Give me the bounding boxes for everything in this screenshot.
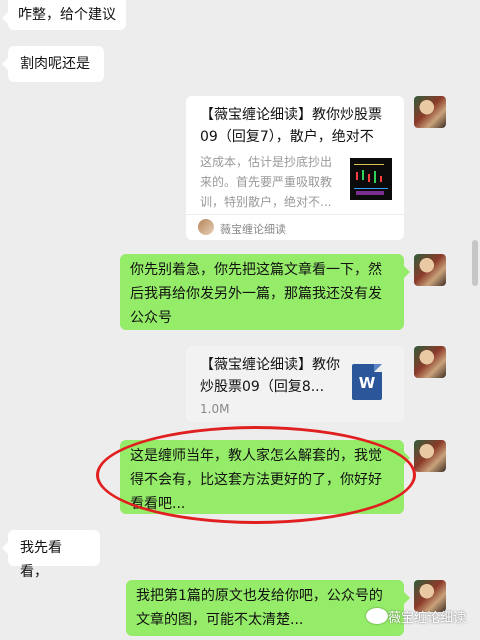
article-link-card[interactable]: 【薇宝缠论细读】教你炒股票09（回复7），散户，绝对不要... 这成本，估计是抄… <box>186 96 404 240</box>
message-text: 你先别着急，你先把这篇文章看一下，然后我再给你发另外一篇，那篇我还没有发公众号 <box>130 262 382 326</box>
avatar[interactable] <box>414 346 446 378</box>
file-message-card[interactable]: 【薇宝缠论细读】教你炒股票09（回复8... W 1.0M <box>186 346 404 422</box>
card-divider <box>186 214 404 215</box>
article-title: 【薇宝缠论细读】教你炒股票09（回复7），散户，绝对不要... <box>200 107 382 145</box>
message-text: 这是缠师当年，教人家怎么解套的，我觉得不会有，比这套方法更好的了，你好好看看吧.… <box>130 448 382 512</box>
article-description: 这成本，估计是抄底抄出来的。首先要严重吸取教训，特别散户，绝对不... <box>200 155 332 209</box>
wechat-icon <box>366 608 388 624</box>
message-text: 我把第1篇的原文也发给你吧，公众号的文章的图，可能不太清楚... <box>136 588 383 628</box>
article-thumbnail <box>350 158 392 200</box>
message-bubble-outgoing[interactable]: 你先别着急，你先把这篇文章看一下，然后我再给你发另外一篇，那篇我还没有发公众号 <box>120 254 410 330</box>
message-bubble-incoming[interactable]: 我先看看， <box>2 530 100 580</box>
avatar[interactable] <box>414 96 446 128</box>
message-text: 割肉呢还是 <box>20 56 90 72</box>
message-bubble-outgoing[interactable]: 我把第1篇的原文也发给你吧，公众号的文章的图，可能不太清楚... <box>126 580 410 636</box>
scrollbar-thumb[interactable] <box>472 240 478 286</box>
watermark: 薇宝缠论细读 <box>387 611 466 626</box>
word-document-icon: W <box>352 364 382 400</box>
source-avatar <box>198 219 214 235</box>
message-bubble-incoming[interactable]: 割肉呢还是 <box>2 46 104 82</box>
file-name: 【薇宝缠论细读】教你炒股票09（回复8... <box>200 357 340 395</box>
message-bubble-incoming[interactable]: 咋整，给个建议 <box>2 0 126 30</box>
article-source: 薇宝缠论细读 <box>220 223 286 236</box>
message-text: 咋整，给个建议 <box>18 7 116 23</box>
avatar[interactable] <box>414 254 446 286</box>
file-size: 1.0M <box>200 402 230 416</box>
avatar[interactable] <box>414 440 446 472</box>
message-text: 我先看看， <box>20 540 62 580</box>
message-bubble-outgoing[interactable]: 这是缠师当年，教人家怎么解套的，我觉得不会有，比这套方法更好的了，你好好看看吧.… <box>120 440 410 514</box>
